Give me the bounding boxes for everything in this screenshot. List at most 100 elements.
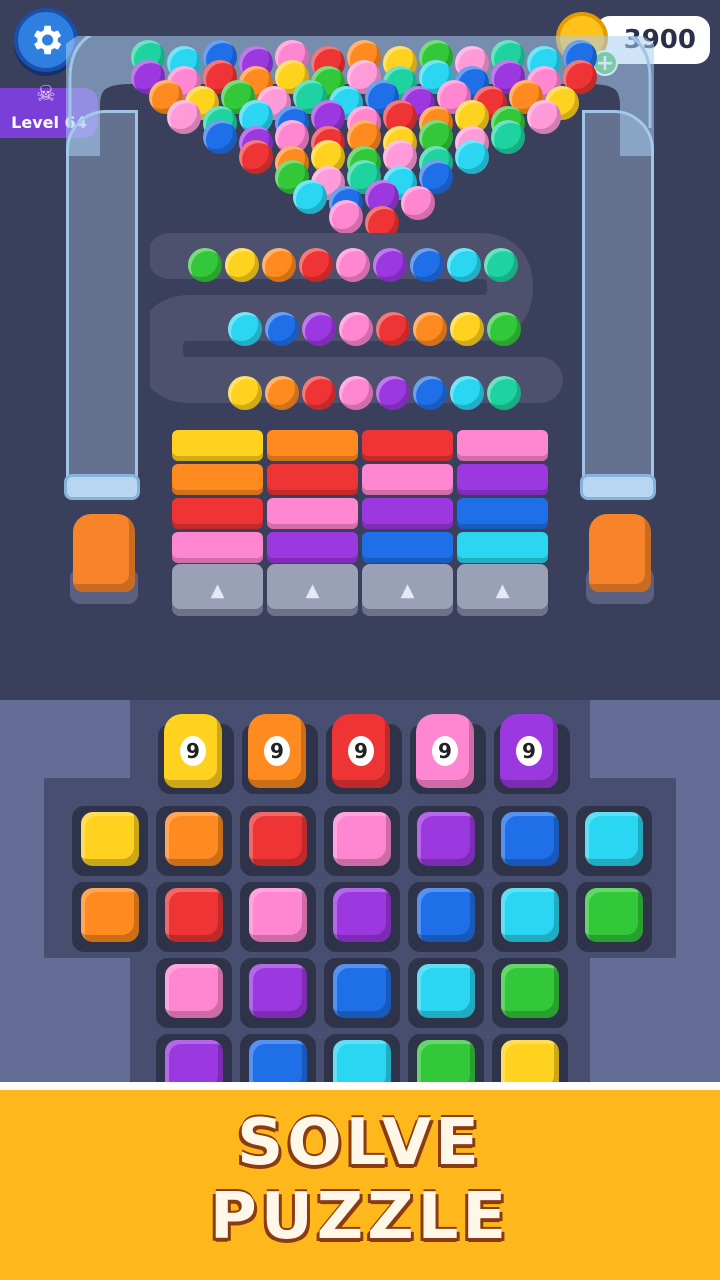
push-button-1[interactable]: ▲ [172, 564, 263, 616]
color-cube[interactable] [501, 812, 559, 866]
right-cup[interactable] [589, 514, 651, 592]
color-cube[interactable] [585, 812, 643, 866]
color-block [457, 498, 548, 529]
push-button-3[interactable]: ▲ [362, 564, 453, 616]
track-ball [188, 248, 222, 282]
block-row [172, 430, 550, 461]
color-block [362, 464, 453, 495]
left-pipe-outlet [64, 474, 140, 500]
track-ball [413, 376, 447, 410]
counter-cup[interactable]: 9 [500, 714, 558, 788]
color-block [457, 430, 548, 461]
track-ball [299, 248, 333, 282]
color-cube[interactable] [165, 964, 223, 1018]
track-ball [225, 248, 259, 282]
push-buttons-row: ▲ ▲ ▲ ▲ [172, 564, 550, 618]
color-cube[interactable] [417, 964, 475, 1018]
color-block [267, 430, 358, 461]
counter-cup[interactable]: 9 [248, 714, 306, 788]
track-ball [339, 376, 373, 410]
up-arrow-icon: ▲ [210, 579, 225, 601]
funnel-ball [401, 186, 435, 220]
color-cube[interactable] [333, 964, 391, 1018]
skull-icon: ☠ [36, 82, 56, 107]
track-ball [450, 376, 484, 410]
counter-value: 9 [264, 736, 290, 766]
funnel-ball [203, 120, 237, 154]
color-cube[interactable] [333, 888, 391, 942]
color-cube[interactable] [249, 888, 307, 942]
track-ball [484, 248, 518, 282]
funnel-ball [167, 100, 201, 134]
color-block [172, 464, 263, 495]
block-row [172, 464, 550, 495]
color-block [172, 532, 263, 563]
up-arrow-icon: ▲ [495, 579, 510, 601]
track-ball [376, 312, 410, 346]
color-cube[interactable] [417, 888, 475, 942]
track-ball [373, 248, 407, 282]
color-block [267, 464, 358, 495]
funnel-ball [527, 100, 561, 134]
color-block [362, 430, 453, 461]
color-cube[interactable] [249, 964, 307, 1018]
banner-line-1: SOLVE [237, 1106, 483, 1180]
color-block [172, 498, 263, 529]
color-block [362, 498, 453, 529]
counter-value: 9 [432, 736, 458, 766]
color-cube[interactable] [417, 812, 475, 866]
counter-value: 9 [348, 736, 374, 766]
track-ball [302, 376, 336, 410]
left-cup[interactable] [73, 514, 135, 592]
track-ball [228, 312, 262, 346]
color-cube[interactable] [501, 888, 559, 942]
funnel-ball [455, 140, 489, 174]
track-ball [450, 312, 484, 346]
counter-cup[interactable]: 9 [416, 714, 474, 788]
track-ball [262, 248, 296, 282]
color-block [457, 532, 548, 563]
track-ball [410, 248, 444, 282]
counter-value: 9 [180, 736, 206, 766]
track-ball [487, 376, 521, 410]
counter-value: 9 [516, 736, 542, 766]
color-cube[interactable] [333, 812, 391, 866]
color-cube[interactable] [81, 812, 139, 866]
funnel-ball [239, 140, 273, 174]
right-pipe-outlet [580, 474, 656, 500]
track-ball [339, 312, 373, 346]
track-ball [376, 376, 410, 410]
push-button-2[interactable]: ▲ [267, 564, 358, 616]
funnel-ball [329, 200, 363, 234]
block-row [172, 498, 550, 529]
color-cube[interactable] [585, 888, 643, 942]
track-ball [302, 312, 336, 346]
color-cube[interactable] [81, 888, 139, 942]
color-cube[interactable] [165, 812, 223, 866]
track-ball [413, 312, 447, 346]
counter-cup[interactable]: 9 [164, 714, 222, 788]
track-ball [447, 248, 481, 282]
track-ball [265, 376, 299, 410]
banner-line-2: PUZZLE [209, 1180, 511, 1254]
color-block [267, 532, 358, 563]
color-block [362, 532, 453, 563]
color-cube[interactable] [249, 812, 307, 866]
track-ball [487, 312, 521, 346]
track-ball [265, 312, 299, 346]
block-stack [172, 430, 550, 570]
up-arrow-icon: ▲ [305, 579, 320, 601]
gear-icon [33, 25, 62, 55]
ball-funnel[interactable] [120, 40, 610, 240]
track-ball [228, 376, 262, 410]
push-button-4[interactable]: ▲ [457, 564, 548, 616]
color-block [172, 430, 263, 461]
color-block [267, 498, 358, 529]
ball-track [150, 233, 563, 412]
color-cube[interactable] [165, 888, 223, 942]
block-row [172, 532, 550, 563]
up-arrow-icon: ▲ [400, 579, 415, 601]
color-cube[interactable] [501, 964, 559, 1018]
track-ball [336, 248, 370, 282]
counter-cup[interactable]: 9 [332, 714, 390, 788]
